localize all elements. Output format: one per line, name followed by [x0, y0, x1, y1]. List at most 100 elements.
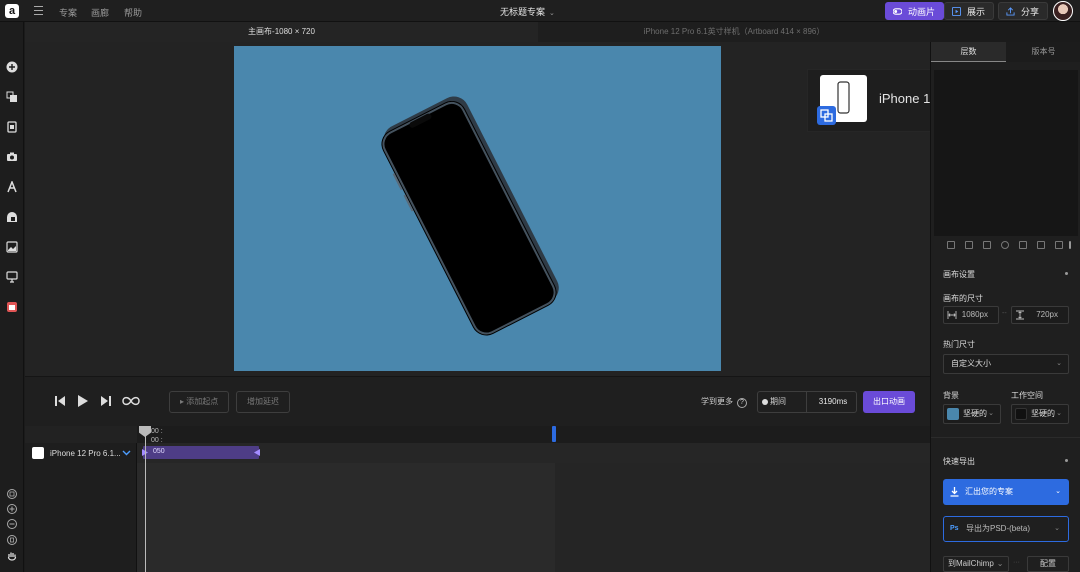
chevron-down-icon: ⌄ — [988, 410, 994, 417]
screen-icon[interactable] — [6, 271, 18, 283]
divider — [931, 437, 1080, 438]
zoom-tools — [0, 487, 24, 572]
mockups-icon[interactable] — [6, 121, 18, 133]
group-icon[interactable] — [965, 241, 973, 249]
background-fill-select[interactable]: 坚硬的 ⌄ — [943, 404, 1001, 424]
zoom-out-icon[interactable] — [7, 519, 17, 529]
collapse-icon[interactable] — [1065, 459, 1068, 462]
text-icon[interactable] — [6, 181, 18, 193]
menu-projects[interactable]: 专案 — [59, 6, 77, 19]
canvas-tabs: 主画布-1080 × 720 iPhone 12 Pro 6.1英寸样机（Art… — [25, 22, 930, 42]
ruler-time: 00 : — [151, 428, 163, 435]
user-avatar[interactable] — [1053, 1, 1073, 21]
hot-sizes-select[interactable]: 自定义大小 ⌄ — [943, 354, 1069, 374]
chevron-down-icon: ⌄ — [1056, 410, 1062, 417]
tab-iphone-artboard[interactable]: iPhone 12 Pro 6.1英寸样机（Artboard 414 × 896… — [538, 22, 930, 42]
canvas-settings-heading: 画布设置 — [943, 270, 975, 279]
height-icon — [1016, 310, 1024, 320]
canvas-width-field[interactable]: 1080px — [943, 306, 999, 324]
app-logo[interactable]: a — [5, 4, 19, 18]
document-title[interactable]: 无标题专案 ⌄ — [500, 5, 555, 18]
shapes-icon[interactable] — [6, 211, 18, 223]
tab-versions[interactable]: 版本号 — [1006, 42, 1080, 62]
clip-label: 050 — [153, 448, 165, 455]
toggle-icon — [893, 8, 902, 15]
skip-forward-icon[interactable] — [101, 394, 111, 408]
present-button[interactable]: 展示 — [944, 2, 995, 20]
zoom-in-icon[interactable] — [7, 504, 17, 514]
menu-gallery[interactable]: 画廊 — [91, 6, 109, 19]
layer-thumbnail — [32, 447, 44, 459]
play-icon[interactable] — [77, 394, 89, 408]
configure-button[interactable]: 配置 — [1027, 556, 1069, 572]
duration-value[interactable]: 3190ms — [808, 392, 858, 412]
image-icon[interactable] — [6, 241, 18, 253]
fit-screen-icon[interactable] — [7, 489, 17, 499]
duration-control: 期间 3190ms — [757, 391, 857, 413]
layers-list[interactable] — [934, 70, 1078, 236]
hand-tool-icon[interactable] — [7, 551, 17, 562]
timeline-ruler[interactable]: 00 : 00 : — [137, 426, 930, 444]
loop-icon[interactable] — [122, 394, 140, 408]
playhead-line[interactable] — [145, 426, 146, 572]
timeline-track: 050 — [137, 443, 930, 463]
export-project-button[interactable]: 汇出您的专案 ⌄ — [943, 479, 1069, 505]
add-icon[interactable] — [6, 61, 18, 73]
mask-icon[interactable] — [1001, 241, 1009, 249]
share-button[interactable]: 分享 — [998, 2, 1049, 20]
right-panel: 层数 版本号 画布设置 画布的尺寸 1080px -- 720px 热门尺寸 自… — [930, 42, 1080, 572]
visibility-icon[interactable] — [1019, 241, 1027, 249]
animate-button[interactable]: 动画片 — [885, 2, 945, 20]
timeline-overflow — [555, 463, 930, 572]
tab-main-canvas[interactable]: 主画布-1080 × 720 — [25, 22, 538, 42]
chevron-down-icon: ⌄ — [996, 559, 1004, 568]
timeline-end-marker[interactable] — [552, 426, 556, 442]
workspace-swatch[interactable] — [1015, 408, 1027, 420]
layer-name: iPhone 12 Pro 6.1... — [50, 449, 121, 458]
replace-icon[interactable] — [817, 106, 836, 125]
layer-actions — [931, 239, 1080, 253]
hot-sizes-label: 热门尺寸 — [943, 340, 975, 349]
background-swatch[interactable] — [947, 408, 959, 420]
menu-help[interactable]: 帮助 — [124, 6, 142, 19]
duration-label[interactable]: 期间 — [758, 392, 807, 412]
clip-end-handle-icon[interactable] — [254, 449, 260, 456]
present-icon — [952, 7, 961, 16]
skip-back-icon[interactable] — [55, 394, 65, 408]
timeline-layer-row[interactable]: iPhone 12 Pro 6.1... — [25, 443, 137, 463]
right-panel-tabs: 层数 版本号 — [931, 42, 1080, 62]
chevron-down-icon[interactable] — [122, 448, 131, 457]
artboard[interactable] — [234, 46, 721, 371]
download-icon — [950, 487, 959, 497]
collapse-icon[interactable] — [1065, 272, 1068, 275]
timeline-body[interactable] — [137, 463, 930, 572]
delete-icon[interactable] — [1055, 241, 1063, 249]
export-animation-button[interactable]: 出口动画 — [863, 391, 915, 413]
camera-icon[interactable] — [6, 151, 18, 163]
iphone-mockup[interactable] — [234, 46, 721, 371]
clock-icon — [762, 399, 768, 405]
duplicate-icon[interactable] — [983, 241, 991, 249]
more-icon[interactable] — [1069, 241, 1071, 249]
mailchimp-select[interactable]: 到MailChimp ⌄ — [943, 556, 1009, 572]
timeline: 00 : 00 : iPhone 12 Pro 6.1... 050 — [25, 426, 930, 572]
export-psd-button[interactable]: Ps 导出为PSD-(beta) ⌄ — [943, 516, 1069, 542]
canvas-area[interactable] — [25, 42, 930, 376]
tab-layers[interactable]: 层数 — [931, 42, 1006, 62]
background-label: 背景 — [943, 391, 959, 400]
reset-zoom-icon[interactable] — [7, 535, 17, 545]
size-separator: -- — [1002, 310, 1007, 317]
add-keyframe-button[interactable]: ▸ 添加起点 — [169, 391, 230, 413]
workspace-fill-select[interactable]: 坚硬的 ⌄ — [1011, 404, 1069, 424]
animation-clip[interactable]: 050 — [142, 446, 260, 459]
effects-icon[interactable] — [947, 241, 955, 249]
add-delay-button[interactable]: 增加延迟 — [236, 391, 290, 413]
brand-icon[interactable] — [6, 301, 18, 313]
learn-more-link[interactable]: 学到更多? — [701, 396, 747, 408]
canvas-height-field[interactable]: 720px — [1011, 306, 1069, 324]
help-icon: ? — [737, 398, 747, 408]
templates-icon[interactable] — [6, 91, 18, 103]
hamburger-menu-icon[interactable] — [34, 6, 43, 15]
width-icon — [947, 311, 957, 319]
lock-icon[interactable] — [1037, 241, 1045, 249]
